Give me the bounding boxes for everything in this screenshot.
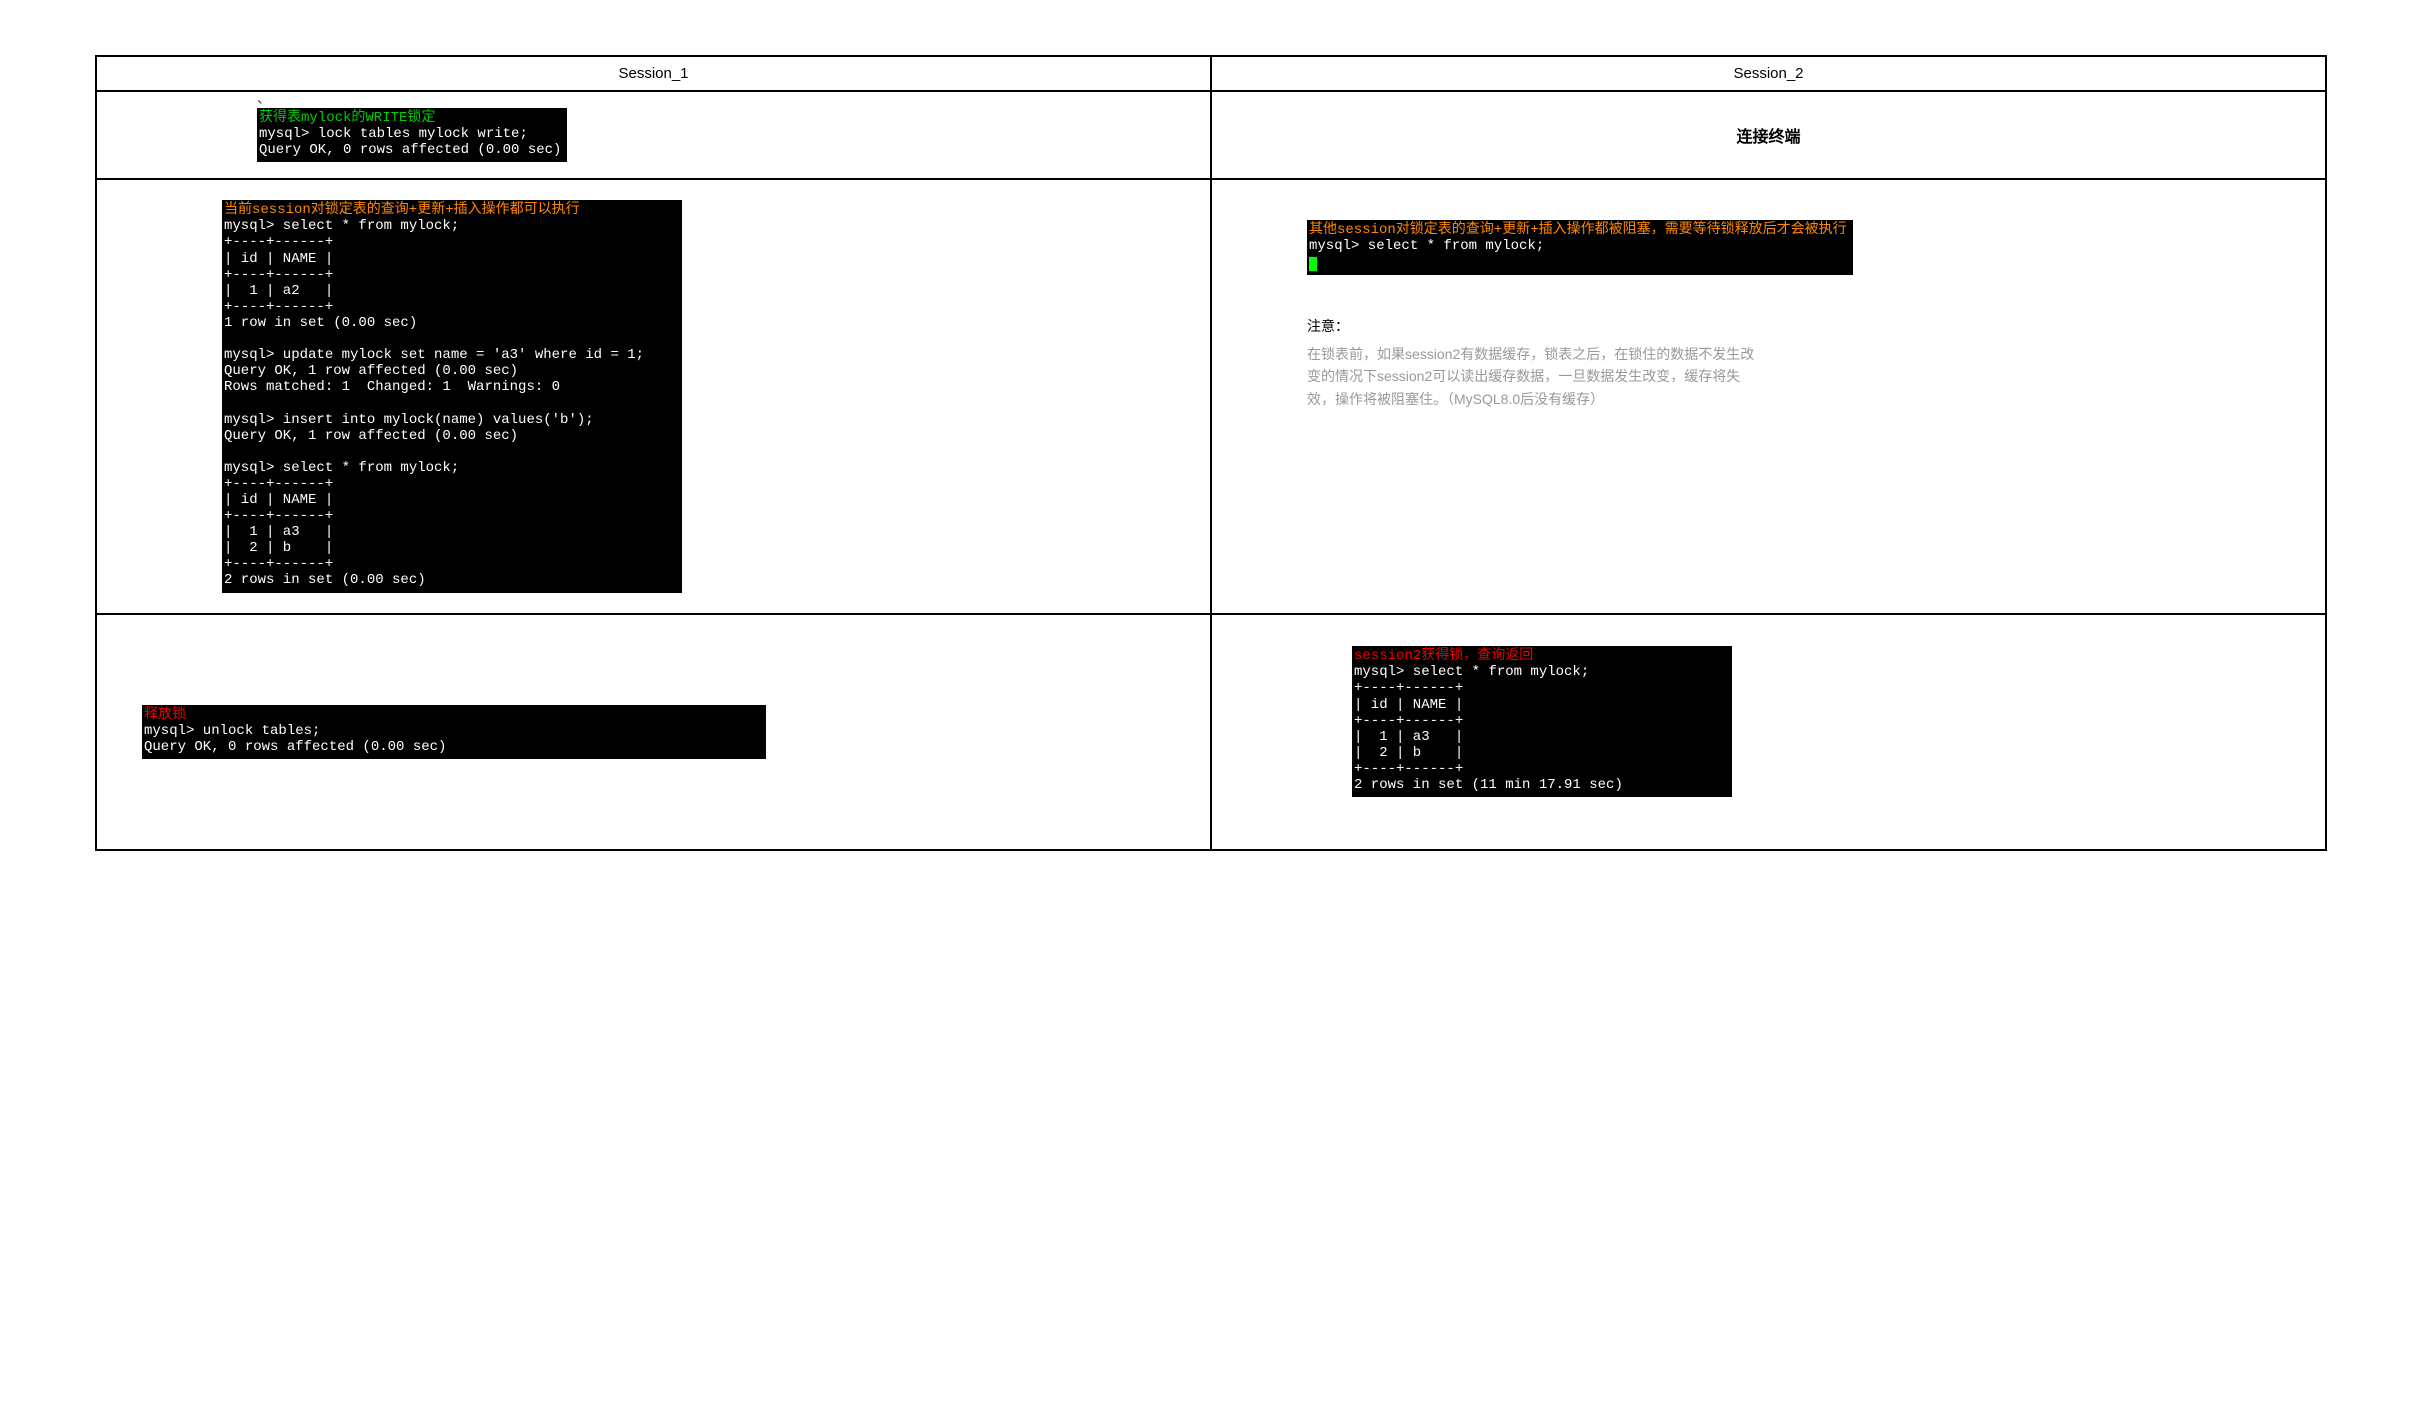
- terminal-title-green: 获得表mylock的WRITE锁定: [259, 110, 435, 126]
- connect-terminal-label: 连接终端: [1736, 129, 1800, 146]
- comparison-table: Session_1 Session_2 、 获得表mylock的WRITE锁定 …: [95, 55, 2327, 851]
- terminal-block: session2获得锁，查询返回 mysql> select * from my…: [1352, 646, 1732, 797]
- terminal-line: Query OK, 0 rows affected (0.00 sec): [144, 739, 446, 755]
- cell-r1c1: 、 获得表mylock的WRITE锁定 mysql> lock tables m…: [96, 91, 1211, 179]
- terminal-block: 释放锁 mysql> unlock tables; Query OK, 0 ro…: [142, 705, 766, 759]
- terminal-body: mysql> select * from mylock; +----+-----…: [224, 218, 644, 588]
- terminal-line: mysql> lock tables mylock write;: [259, 126, 528, 142]
- cell-r3c1: 释放锁 mysql> unlock tables; Query OK, 0 ro…: [96, 614, 1211, 850]
- note-block: 注意： 在锁表前，如果session2有数据缓存，锁表之后，在锁住的数据不发生改…: [1307, 315, 2317, 411]
- table-row: 、 获得表mylock的WRITE锁定 mysql> lock tables m…: [96, 91, 2326, 179]
- terminal-title-orange: 其他session对锁定表的查询+更新+插入操作都被阻塞，需要等待锁释放后才会被…: [1309, 222, 1847, 238]
- handwriting-mark: 、: [257, 88, 271, 108]
- terminal-line: Query OK, 0 rows affected (0.00 sec): [259, 142, 561, 158]
- terminal-block: 当前session对锁定表的查询+更新+插入操作都可以执行 mysql> sel…: [222, 200, 682, 592]
- terminal-line: mysql> select * from mylock;: [1309, 238, 1544, 254]
- table-row: 释放锁 mysql> unlock tables; Query OK, 0 ro…: [96, 614, 2326, 850]
- header-session1: Session_1: [96, 56, 1211, 91]
- cursor-icon: [1309, 257, 1317, 271]
- table-row: 当前session对锁定表的查询+更新+插入操作都可以执行 mysql> sel…: [96, 179, 2326, 613]
- terminal-line: mysql> unlock tables;: [144, 723, 320, 739]
- header-session2: Session_2: [1211, 56, 2326, 91]
- terminal-body: mysql> select * from mylock; +----+-----…: [1354, 664, 1623, 793]
- terminal-title-red: session2获得锁，查询返回: [1354, 648, 1533, 664]
- terminal-block: 获得表mylock的WRITE锁定 mysql> lock tables myl…: [257, 108, 567, 162]
- cell-r1c2: 连接终端: [1211, 91, 2326, 179]
- note-label: 注意：: [1307, 315, 2317, 337]
- terminal-title-orange: 当前session对锁定表的查询+更新+插入操作都可以执行: [224, 202, 580, 218]
- cell-r3c2: session2获得锁，查询返回 mysql> select * from my…: [1211, 614, 2326, 850]
- terminal-title-red: 释放锁: [144, 707, 186, 723]
- terminal-block: 其他session对锁定表的查询+更新+插入操作都被阻塞，需要等待锁释放后才会被…: [1307, 220, 1853, 274]
- cell-r2c1: 当前session对锁定表的查询+更新+插入操作都可以执行 mysql> sel…: [96, 179, 1211, 613]
- table-header-row: Session_1 Session_2: [96, 56, 2326, 91]
- note-text: 在锁表前，如果session2有数据缓存，锁表之后，在锁住的数据不发生改变的情况…: [1307, 343, 1767, 410]
- cell-r2c2: 其他session对锁定表的查询+更新+插入操作都被阻塞，需要等待锁释放后才会被…: [1211, 179, 2326, 613]
